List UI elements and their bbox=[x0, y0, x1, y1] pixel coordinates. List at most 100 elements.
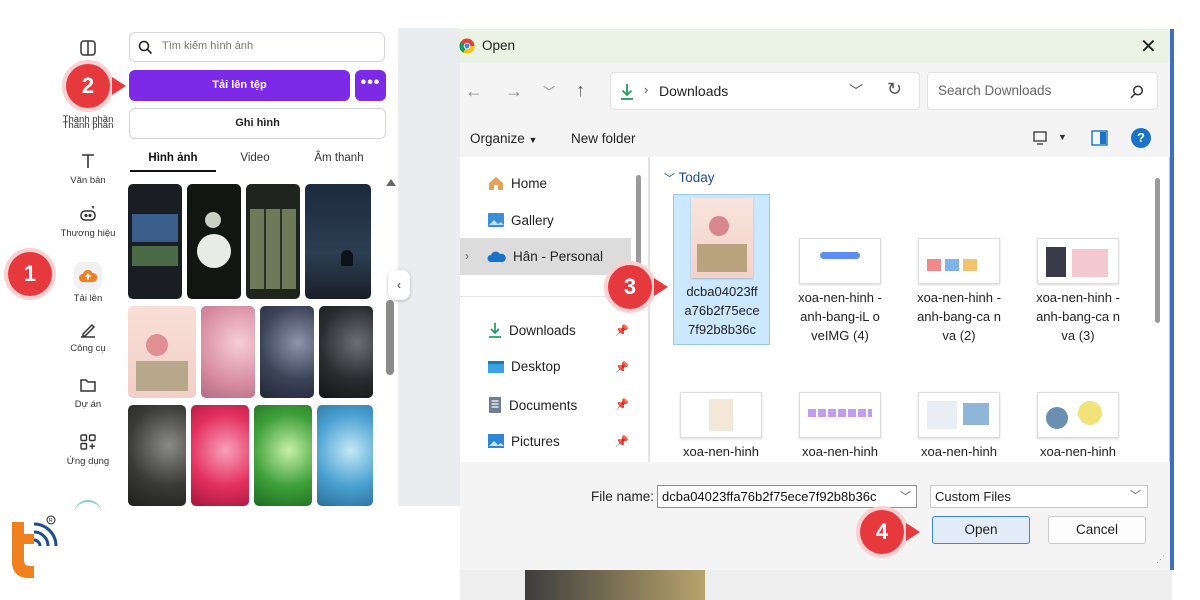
file-item[interactable]: xoa-nen-hinh bbox=[671, 392, 771, 461]
file-name: xoa-nen-hinh -anh-bang-ca nva (3) bbox=[1036, 290, 1120, 343]
thumbnail[interactable] bbox=[260, 306, 314, 398]
rail-label: Thương hiệu bbox=[60, 228, 116, 239]
thumbnail[interactable] bbox=[187, 184, 241, 299]
download-icon bbox=[621, 84, 633, 100]
thumbnail[interactable] bbox=[128, 405, 186, 506]
organize-menu[interactable]: Organize ▼ bbox=[470, 131, 537, 146]
brand-icon bbox=[80, 205, 96, 221]
image-search-box[interactable] bbox=[129, 32, 385, 62]
rail-item-uploads[interactable]: Tải lên bbox=[52, 262, 124, 304]
nav-documents[interactable]: Documents bbox=[487, 396, 577, 414]
nav-documents-label: Documents bbox=[509, 397, 578, 413]
collapse-panel-button[interactable]: ‹ bbox=[388, 270, 410, 300]
pin-icon[interactable]: 📌 bbox=[615, 398, 629, 411]
pin-icon[interactable]: 📌 bbox=[615, 361, 629, 374]
view-options-icon[interactable] bbox=[1032, 130, 1048, 146]
rail-label-elements: Thành phần bbox=[62, 120, 114, 131]
panel-scrollbar[interactable] bbox=[386, 300, 394, 375]
thumbnail[interactable] bbox=[319, 306, 373, 398]
apps-icon bbox=[80, 434, 96, 450]
rail-item-apps[interactable]: Ứng dụng bbox=[52, 432, 124, 467]
file-thumbnail bbox=[799, 238, 881, 284]
panel-scroll-up[interactable] bbox=[386, 179, 396, 186]
breadcrumb-downloads[interactable]: Downloads bbox=[659, 83, 728, 99]
search-icon bbox=[138, 40, 153, 55]
tab-images[interactable]: Hình ảnh bbox=[130, 152, 216, 164]
rail-label: Tải lên bbox=[73, 293, 103, 304]
help-icon[interactable]: ? bbox=[1131, 128, 1151, 148]
nav-downloads[interactable]: Downloads bbox=[487, 322, 576, 339]
thumbnail[interactable] bbox=[128, 306, 196, 398]
resize-grip-icon[interactable]: ⋰ bbox=[1156, 554, 1165, 565]
file-item[interactable]: xoa-nen-hinh -anh-bang-ca nva (3) bbox=[1028, 238, 1128, 345]
group-header-today[interactable]: ﹀ Today bbox=[664, 170, 715, 186]
view-dropdown-icon[interactable]: ▼ bbox=[1058, 132, 1067, 142]
address-bar[interactable]: › Downloads ﹀ ↻ bbox=[610, 72, 920, 110]
tab-audio[interactable]: Âm thanh bbox=[300, 152, 378, 164]
nav-home[interactable]: Home bbox=[487, 175, 547, 191]
nav-onedrive[interactable]: Hân - Personal bbox=[487, 249, 603, 264]
nav-gallery[interactable]: Gallery bbox=[487, 212, 554, 228]
close-icon[interactable]: ✕ bbox=[1140, 34, 1157, 59]
upload-thumbnails bbox=[128, 176, 374, 506]
file-item[interactable]: xoa-nen-hinh bbox=[909, 392, 1009, 461]
thumbnail[interactable] bbox=[128, 184, 182, 299]
file-thumbnail bbox=[918, 392, 1000, 438]
thumbnail[interactable] bbox=[305, 184, 371, 299]
image-search-input[interactable] bbox=[160, 39, 379, 53]
pin-icon[interactable]: 📌 bbox=[615, 324, 629, 337]
file-item[interactable]: xoa-nen-hinh bbox=[790, 392, 890, 461]
file-item[interactable]: xoa-nen-hinh bbox=[1028, 392, 1128, 461]
file-item-selected[interactable]: dcba04023ff a76b2f75ece 7f92b8b36c bbox=[672, 198, 772, 339]
badge-arrow bbox=[654, 278, 668, 296]
cancel-button[interactable]: Cancel bbox=[1048, 516, 1146, 544]
rail-label: Văn bản bbox=[70, 175, 106, 186]
organize-label: Organize bbox=[470, 131, 525, 146]
search-downloads-input[interactable] bbox=[936, 82, 1130, 99]
dialog-title: Open bbox=[482, 38, 516, 53]
forward-icon[interactable]: → bbox=[505, 81, 523, 102]
file-item[interactable]: xoa-nen-hinh -anh-bang-ca nva (2) bbox=[909, 238, 1009, 345]
record-button[interactable]: Ghi hình bbox=[129, 108, 386, 139]
rail-item-brand[interactable]: Thương hiệu bbox=[52, 204, 124, 239]
open-button[interactable]: Open bbox=[932, 516, 1030, 544]
new-folder-button[interactable]: New folder bbox=[571, 131, 636, 146]
thumbnail[interactable] bbox=[317, 405, 373, 506]
file-name-label: File name: bbox=[591, 489, 655, 504]
navigation-pane bbox=[460, 157, 636, 462]
pane-splitter[interactable] bbox=[648, 157, 650, 462]
upload-icon-wrap bbox=[74, 262, 102, 290]
tab-videos[interactable]: Video bbox=[220, 152, 290, 164]
back-icon[interactable]: ← bbox=[465, 81, 483, 102]
nav-desktop[interactable]: Desktop bbox=[487, 359, 561, 374]
expand-chevron-icon[interactable]: › bbox=[465, 249, 469, 263]
dialog-titlebar bbox=[460, 29, 1170, 63]
rail-item-projects[interactable]: Dự án bbox=[52, 375, 124, 410]
refresh-icon[interactable]: ↻ bbox=[887, 79, 902, 100]
step-badge-4: 4 bbox=[860, 510, 904, 554]
file-name-dropdown-icon[interactable]: ﹀ bbox=[900, 488, 911, 504]
thumbnail[interactable] bbox=[254, 405, 312, 506]
rail-extra-icon[interactable] bbox=[74, 500, 102, 516]
desktop-icon bbox=[488, 360, 504, 373]
file-item[interactable]: xoa-nen-hinh -anh-bang-iL oveIMG (4) bbox=[790, 238, 890, 345]
file-name-input[interactable]: dcba04023ffa76b2f75ece7f92b8b36c bbox=[657, 485, 917, 508]
nav-pictures[interactable]: Pictures bbox=[487, 433, 560, 449]
search-downloads-box[interactable] bbox=[927, 72, 1158, 110]
rail-item-tools[interactable]: Công cụ bbox=[52, 319, 124, 354]
thumbnail[interactable] bbox=[191, 405, 249, 506]
pin-icon[interactable]: 📌 bbox=[615, 435, 629, 448]
preview-pane-icon[interactable] bbox=[1091, 130, 1108, 146]
rail-item-text[interactable]: Văn bản bbox=[52, 151, 124, 186]
upload-files-button[interactable]: Tải lên tệp bbox=[129, 70, 350, 101]
thumbnail[interactable] bbox=[246, 184, 300, 299]
address-dropdown-icon[interactable]: ﹀ bbox=[849, 81, 863, 101]
up-icon[interactable]: ↑ bbox=[576, 80, 585, 101]
thumbnail[interactable] bbox=[201, 306, 255, 398]
file-area-scrollbar[interactable] bbox=[1155, 178, 1160, 323]
file-type-select[interactable]: Custom Files ﹀ bbox=[930, 485, 1148, 508]
documents-icon bbox=[489, 397, 501, 413]
more-options-button[interactable]: ••• bbox=[355, 70, 386, 101]
rail-label: Dự án bbox=[74, 399, 102, 410]
history-chevron-icon[interactable]: ﹀ bbox=[543, 83, 555, 100]
